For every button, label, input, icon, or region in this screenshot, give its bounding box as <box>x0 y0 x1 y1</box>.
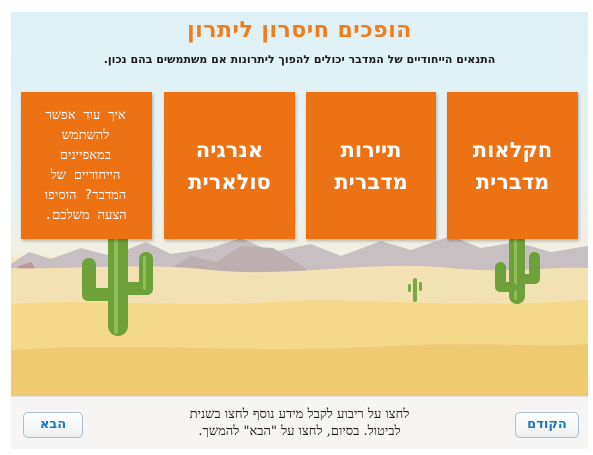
desert-scene: הופכים חיסרון ליתרון התנאים הייחודיים של… <box>11 12 588 396</box>
bottom-bar: הבא לחצו על ריבוע לקבל מידע נוסף לחצו בש… <box>11 396 588 449</box>
card-desert-tourism[interactable]: תיירות מדברית <box>306 92 436 239</box>
slide-frame: הופכים חיסרון ליתרון התנאים הייחודיים של… <box>0 0 593 455</box>
instructions-text: לחצו על ריבוע לקבל מידע נוסף לחצו בשנית … <box>189 407 410 439</box>
card-solar-energy[interactable]: אנרגיה סולארית <box>164 92 295 239</box>
card-label: אנרגיה סולארית <box>188 137 271 194</box>
page-subtitle: התנאים הייחודיים של המדבר יכולים להפוך ל… <box>103 53 496 66</box>
page-title: הופכים חיסרון ליתרון <box>187 18 412 43</box>
next-button[interactable]: הבא <box>23 412 83 438</box>
card-label: תיירות מדברית <box>334 137 408 194</box>
card-your-suggestion[interactable]: איך עוד אפשר להשתמש במאפיינים הייחודיים … <box>21 92 152 239</box>
card-desert-agriculture[interactable]: חקלאות מדברית <box>447 92 578 239</box>
card-label: איך עוד אפשר להשתמש במאפיינים הייחודיים … <box>44 107 127 223</box>
card-label: חקלאות מדברית <box>472 137 553 194</box>
previous-button[interactable]: הקודם <box>515 412 579 438</box>
